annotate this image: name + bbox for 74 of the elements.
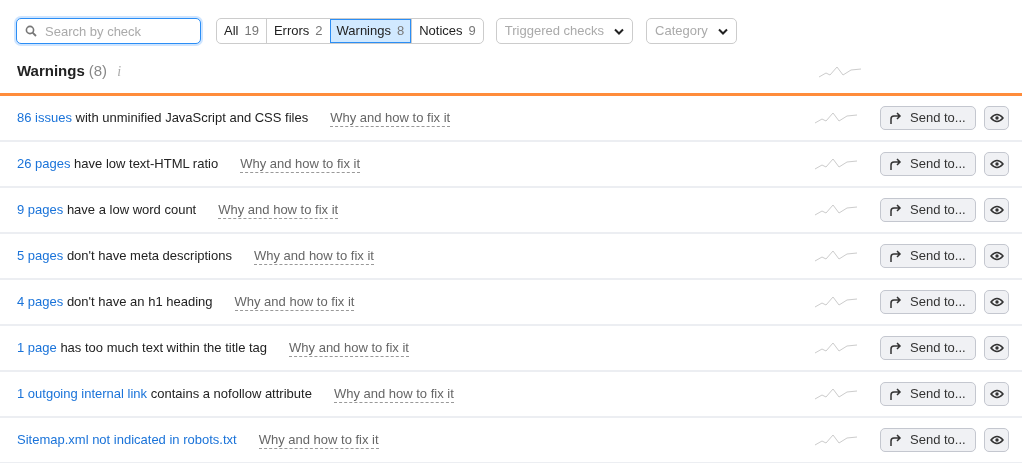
share-arrow-icon xyxy=(889,434,902,446)
share-arrow-icon xyxy=(889,158,902,170)
issue-text: 1 page has too much text within the title tag xyxy=(17,339,268,358)
help-link[interactable]: Why and how to fix it xyxy=(333,385,454,403)
send-to-button[interactable]: Send to... xyxy=(880,336,976,360)
issue-text: 5 pages don't have meta descriptions xyxy=(17,247,232,266)
issue-link[interactable]: 1 outgoing internal link xyxy=(17,386,148,402)
view-button[interactable] xyxy=(984,382,1009,406)
issue-link[interactable]: 4 pages xyxy=(17,294,64,310)
search-icon xyxy=(25,25,37,37)
send-to-button[interactable]: Send to... xyxy=(880,106,976,130)
issue-link[interactable]: 1 page xyxy=(17,340,57,356)
trend-sparkline xyxy=(814,433,858,447)
eye-icon xyxy=(989,159,1004,169)
share-arrow-icon xyxy=(889,388,902,400)
chevron-down-icon xyxy=(717,27,728,35)
trend-sparkline xyxy=(814,203,858,217)
filter-tab[interactable]: Warnings 8 xyxy=(329,19,412,43)
send-to-button[interactable]: Send to... xyxy=(880,198,976,222)
eye-icon xyxy=(989,435,1004,445)
trend-sparkline xyxy=(814,341,858,355)
share-arrow-icon xyxy=(889,342,902,354)
share-arrow-icon xyxy=(889,296,902,308)
send-to-button[interactable]: Send to... xyxy=(880,152,976,176)
search-field[interactable]: Search by check xyxy=(16,18,201,44)
view-button[interactable] xyxy=(984,198,1009,222)
send-to-button[interactable]: Send to... xyxy=(880,290,976,314)
issue-link[interactable]: Sitemap.xml not indicated in robots.txt xyxy=(17,430,237,450)
help-link[interactable]: Why and how to fix it xyxy=(218,201,339,219)
issue-link[interactable]: 9 pages xyxy=(17,202,64,218)
issue-link[interactable]: 86 issues xyxy=(17,110,72,126)
help-link[interactable]: Why and how to fix it xyxy=(234,293,355,311)
help-link[interactable]: Why and how to fix it xyxy=(330,109,451,127)
eye-icon xyxy=(989,113,1004,123)
section-count: (8) xyxy=(88,61,108,82)
trend-sparkline xyxy=(814,111,858,125)
help-link[interactable]: Why and how to fix it xyxy=(253,247,374,265)
issue-text: 26 pages have low text-HTML ratio xyxy=(17,155,219,174)
trend-sparkline xyxy=(814,295,858,309)
view-button[interactable] xyxy=(984,244,1009,268)
help-link[interactable]: Why and how to fix it xyxy=(258,431,379,449)
share-arrow-icon xyxy=(889,112,902,124)
view-button[interactable] xyxy=(984,336,1009,360)
view-button[interactable] xyxy=(984,428,1009,452)
filter-tab[interactable]: Errors 2 xyxy=(265,19,330,43)
view-button[interactable] xyxy=(984,152,1009,176)
issue-link[interactable]: 26 pages xyxy=(17,156,71,172)
view-button[interactable] xyxy=(984,290,1009,314)
eye-icon xyxy=(989,205,1004,215)
issue-text: 4 pages don't have an h1 heading xyxy=(17,293,213,312)
filter-tab[interactable]: All 19 xyxy=(217,19,266,43)
eye-icon xyxy=(989,251,1004,261)
issue-link[interactable]: 5 pages xyxy=(17,248,64,264)
eye-icon xyxy=(989,389,1004,399)
send-to-button[interactable]: Send to... xyxy=(880,382,976,406)
view-button[interactable] xyxy=(984,106,1009,130)
help-link[interactable]: Why and how to fix it xyxy=(289,339,409,357)
trend-sparkline xyxy=(818,64,862,79)
share-arrow-icon xyxy=(889,250,902,262)
chevron-down-icon xyxy=(614,27,625,35)
share-arrow-icon xyxy=(889,204,902,216)
send-to-button[interactable]: Send to... xyxy=(880,428,976,452)
section-title: Warnings xyxy=(17,61,85,82)
issue-text: 86 issues with unminified JavaScript and CSS files xyxy=(17,109,309,128)
trend-sparkline xyxy=(814,387,858,401)
issue-text: 1 outgoing internal link contains a nofollow attribute xyxy=(17,385,312,404)
eye-icon xyxy=(989,343,1004,353)
trend-sparkline xyxy=(814,157,858,171)
help-link[interactable]: Why and how to fix it xyxy=(240,155,361,173)
issue-text: 9 pages have a low word count xyxy=(17,201,197,220)
send-to-button[interactable]: Send to... xyxy=(880,244,976,268)
filter-tab[interactable]: Notices 9 xyxy=(411,19,483,43)
trend-sparkline xyxy=(814,249,858,263)
eye-icon xyxy=(989,297,1004,307)
